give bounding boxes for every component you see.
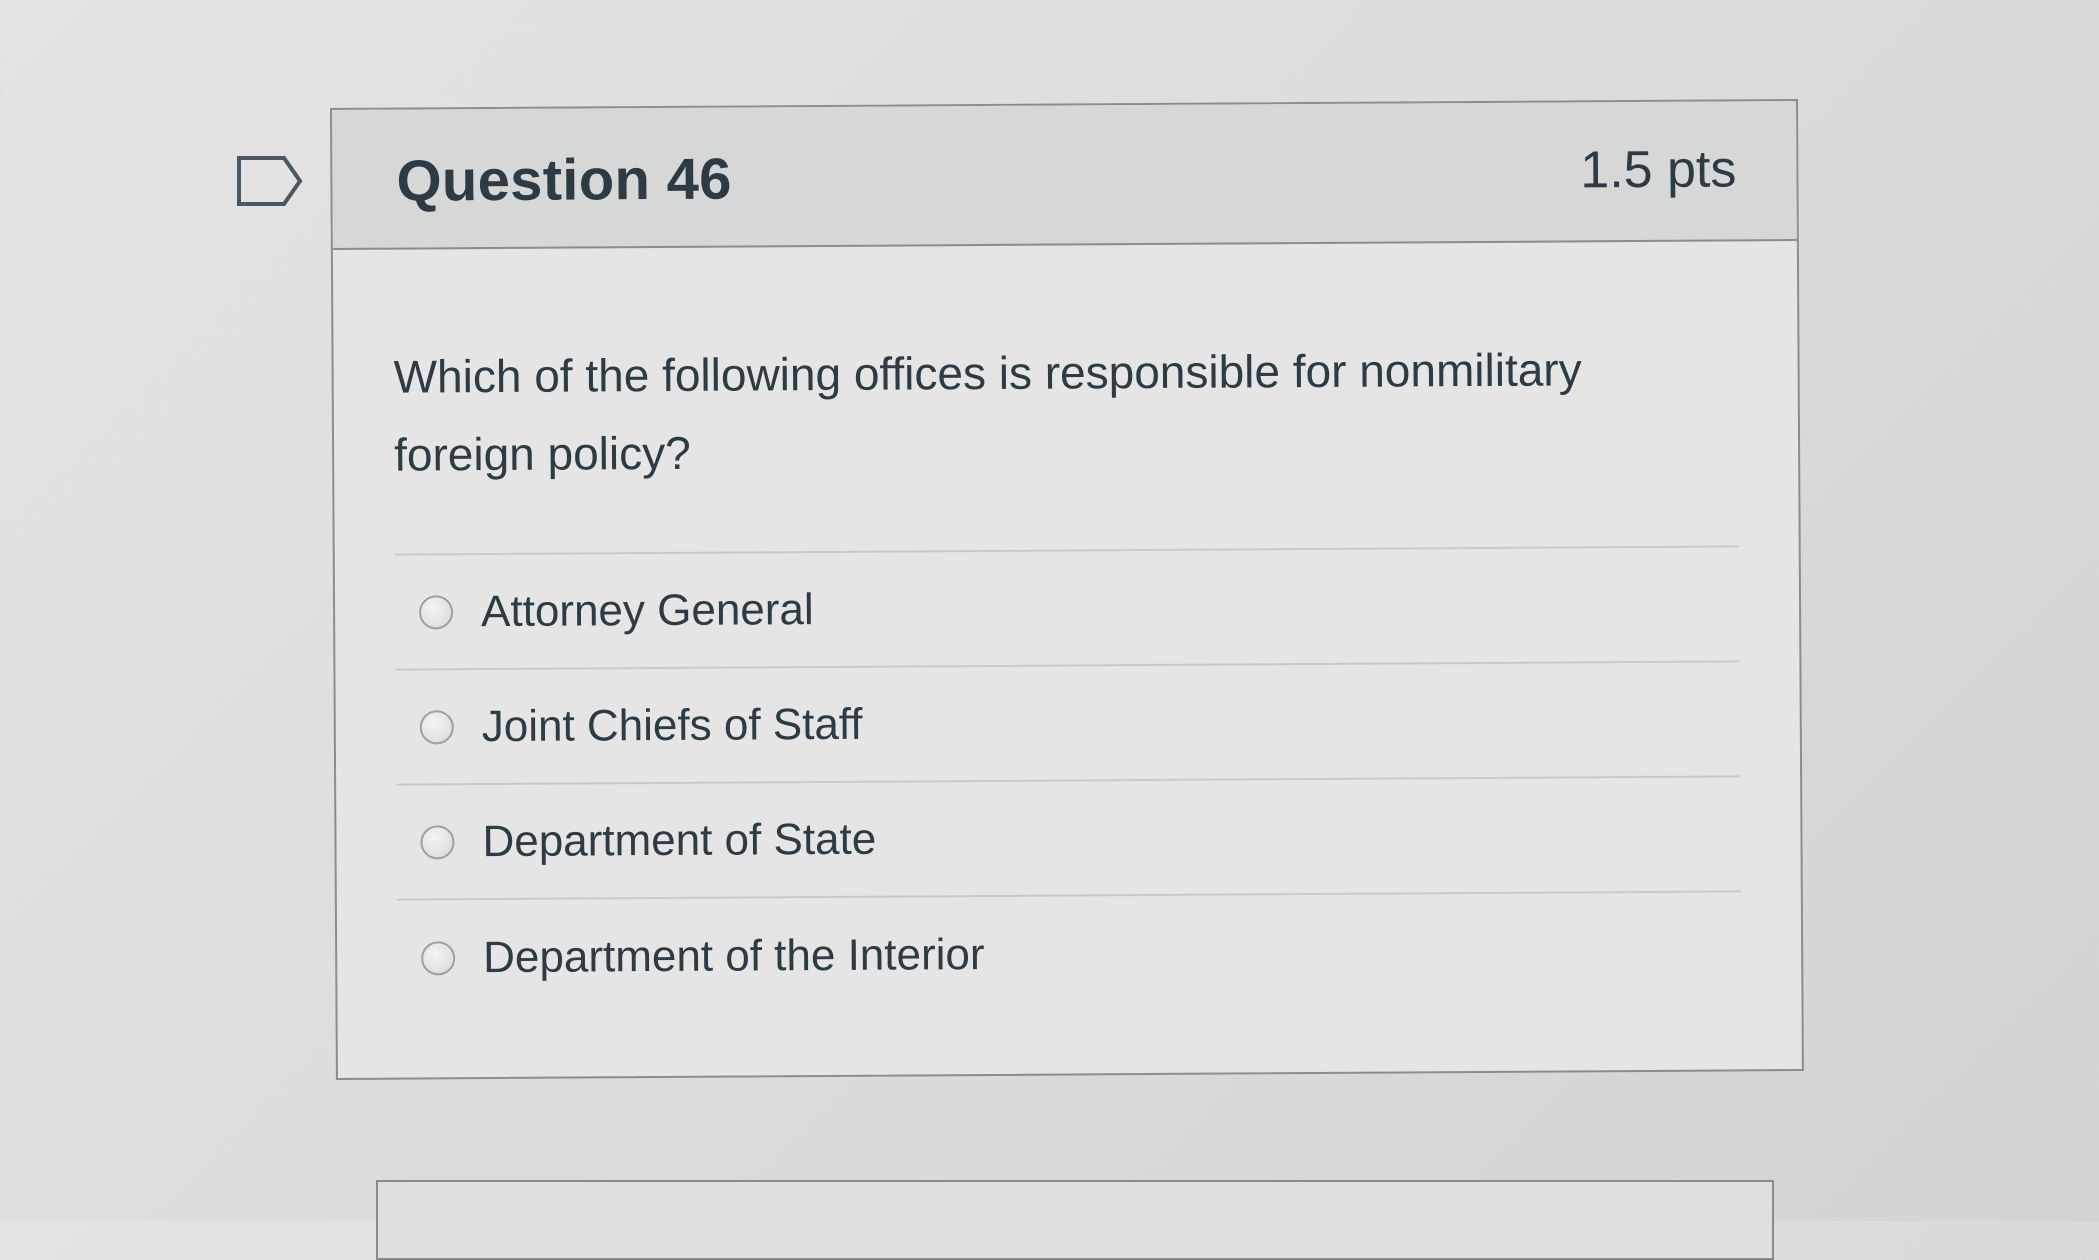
radio-button[interactable] <box>418 594 454 629</box>
question-header: Question 46 1.5 pts <box>332 101 1797 250</box>
radio-button[interactable] <box>420 824 455 859</box>
answer-list: Attorney General Joint Chiefs of Staff D… <box>394 545 1742 1016</box>
flag-question-icon[interactable] <box>236 155 304 207</box>
answer-label[interactable]: Attorney General <box>481 585 814 637</box>
answer-option[interactable]: Department of State <box>396 777 1741 901</box>
next-question-card <box>376 1180 1774 1260</box>
radio-button[interactable] <box>419 709 454 744</box>
answer-label[interactable]: Department of State <box>482 814 876 866</box>
question-body: Which of the following offices is respon… <box>333 241 1802 1016</box>
radio-button[interactable] <box>421 940 456 975</box>
question-points: 1.5 pts <box>1580 140 1737 200</box>
answer-label[interactable]: Department of the Interior <box>483 930 985 983</box>
answer-option[interactable]: Attorney General <box>394 547 1740 671</box>
answer-label[interactable]: Joint Chiefs of Staff <box>482 699 863 751</box>
question-title: Question 46 <box>396 146 732 214</box>
question-text: Which of the following offices is respon… <box>393 343 1582 481</box>
answer-option[interactable]: Department of the Interior <box>397 892 1742 1015</box>
answer-option[interactable]: Joint Chiefs of Staff <box>395 662 1741 786</box>
question-card: Question 46 1.5 pts Which of the followi… <box>330 99 1804 1080</box>
